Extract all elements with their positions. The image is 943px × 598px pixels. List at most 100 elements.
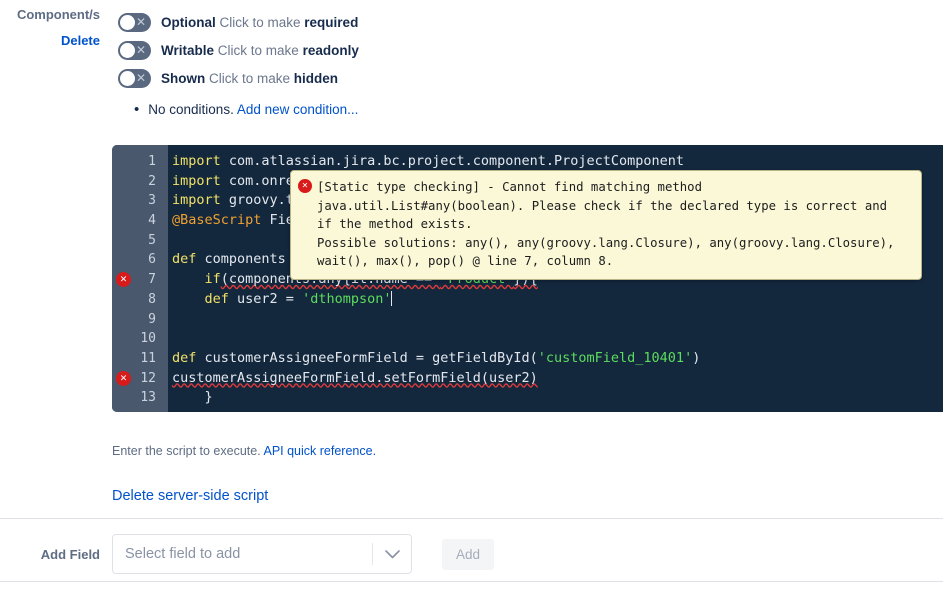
required-toggle-text: Optional Click to make required — [161, 15, 358, 30]
field-toggle-list: ✕ Optional Click to make required ✕ Writ… — [118, 6, 943, 92]
line-number: 1 — [148, 154, 156, 169]
required-toggle-target: required — [304, 14, 359, 30]
readonly-toggle-target: readonly — [302, 42, 359, 58]
code-text: def components — [172, 250, 294, 270]
code-token: @BaseScript — [172, 212, 262, 229]
api-quick-reference-link[interactable]: API quick reference. — [263, 444, 376, 458]
error-tooltip-line: [Static type checking] - Cannot find mat… — [317, 180, 702, 194]
code-line[interactable]: ✕ 12 customerAssigneeFormField.setFormFiel… — [112, 369, 943, 389]
code-text: } — [172, 388, 213, 408]
close-icon: ✕ — [135, 70, 146, 85]
line-number: 5 — [148, 232, 156, 248]
code-token: com.atlassian.jira.bc.project.component.… — [220, 153, 685, 169]
field-left-labels: Component/s Delete — [0, 6, 100, 50]
delete-field-link[interactable]: Delete — [0, 32, 100, 50]
code-token: import — [172, 192, 221, 209]
code-token: def — [172, 349, 197, 366]
required-toggle-row[interactable]: ✕ Optional Click to make required — [118, 8, 943, 36]
script-hint-text: Enter the script to execute. — [112, 444, 264, 458]
add-field-row: Add Field Select field to add Add — [0, 529, 943, 579]
script-editor-wrapper: 1 import com.atlassian.jira.bc.project.co… — [112, 145, 943, 412]
divider-bottom — [0, 581, 943, 582]
error-tooltip-line: if the method exists. — [317, 217, 473, 231]
code-token: } — [172, 389, 213, 406]
code-text: def user2 = 'dthompson' — [172, 290, 393, 310]
add-new-condition-link[interactable]: Add new condition... — [237, 102, 359, 117]
code-text: def customerAssigneeFormField = getField… — [172, 349, 700, 369]
static-type-checking-error-tooltip: ✕ [Static type checking] - Cannot find m… — [290, 170, 922, 280]
required-toggle-state: Optional — [161, 14, 216, 30]
code-line[interactable]: 11 def customerAssigneeFormField = getFie… — [112, 349, 943, 369]
close-icon: ✕ — [135, 14, 146, 29]
text-caret — [391, 290, 393, 306]
code-token: ) — [692, 349, 701, 366]
required-toggle-hint: Click to make — [219, 14, 305, 30]
code-text: import com.onres — [172, 172, 302, 192]
readonly-toggle-text: Writable Click to make readonly — [161, 43, 359, 58]
readonly-toggle-state: Writable — [161, 42, 215, 58]
line-number: 12 — [140, 370, 156, 386]
toggle-off-icon[interactable]: ✕ — [118, 12, 151, 32]
code-token: 'customField_10401' — [537, 349, 693, 366]
code-text: @BaseScript Fie — [172, 211, 294, 231]
field-name-label: Component/s — [16, 7, 100, 22]
code-token: 'dthompson' — [302, 290, 392, 307]
line-number: 2 — [148, 173, 156, 189]
toggle-knob — [120, 70, 135, 86]
code-token: if — [204, 271, 221, 288]
code-text: import com.atlassian.jira.bc.project.com… — [172, 152, 684, 172]
code-text: import groovy.tr — [172, 191, 302, 211]
error-tooltip-body: [Static type checking] - Cannot find mat… — [317, 178, 911, 271]
code-line[interactable]: 10 — [112, 329, 943, 349]
error-circle-icon: ✕ — [298, 179, 312, 193]
code-token: def — [204, 290, 229, 307]
error-tooltip-line: wait(), max(), pop() @ line 7, column 8. — [317, 254, 614, 268]
conditions-row: • No conditions. Add new condition... — [134, 102, 943, 117]
code-token: import — [172, 153, 221, 169]
line-number: 3 — [148, 193, 156, 209]
toggle-off-icon[interactable]: ✕ — [118, 68, 151, 88]
code-token: import — [172, 172, 221, 189]
line-number: 6 — [148, 252, 156, 268]
field-select[interactable]: Select field to add — [112, 534, 412, 574]
hidden-toggle-state: Shown — [161, 70, 206, 86]
code-line[interactable]: 9 — [112, 310, 943, 330]
readonly-toggle-hint: Click to make — [217, 42, 303, 58]
field-config-region: Component/s Delete ✕ Optional Click to m… — [0, 0, 943, 117]
code-token: customerAssigneeFormField.setFormField(u… — [172, 369, 538, 386]
chevron-down-icon[interactable] — [373, 549, 411, 559]
readonly-toggle-row[interactable]: ✕ Writable Click to make readonly — [118, 36, 943, 64]
line-number: 4 — [148, 213, 156, 229]
code-token: components — [196, 251, 294, 268]
line-number: 13 — [140, 390, 156, 406]
script-editor[interactable]: 1 import com.atlassian.jira.bc.project.co… — [112, 145, 943, 412]
add-button[interactable]: Add — [442, 538, 495, 570]
line-number: 7 — [148, 272, 156, 288]
hidden-toggle-hint: Click to make — [209, 70, 294, 86]
error-tooltip-line: java.util.List#any(boolean). Please chec… — [317, 198, 888, 213]
code-token: user2 = — [228, 290, 303, 307]
line-number: 9 — [148, 311, 156, 327]
add-field-label: Add Field — [40, 546, 100, 562]
hidden-toggle-target: hidden — [293, 70, 339, 86]
divider-top — [0, 518, 943, 519]
line-number: 11 — [140, 350, 156, 366]
hidden-toggle-row[interactable]: ✕ Shown Click to make hidden — [118, 64, 943, 92]
code-line[interactable]: 1 import com.atlassian.jira.bc.project.co… — [112, 152, 943, 172]
code-line[interactable]: 13 } — [112, 388, 943, 408]
field-select-placeholder: Select field to add — [125, 546, 241, 562]
bullet-icon: • — [134, 101, 140, 118]
no-conditions-label: No conditions. — [148, 102, 234, 117]
delete-server-side-script-link[interactable]: Delete server-side script — [112, 488, 268, 504]
toggle-off-icon[interactable]: ✕ — [118, 40, 151, 60]
code-token: def — [172, 251, 197, 268]
line-number: 10 — [140, 331, 156, 347]
hidden-toggle-text: Shown Click to make hidden — [161, 71, 338, 86]
script-hint: Enter the script to execute. API quick r… — [112, 444, 376, 458]
close-icon: ✕ — [135, 42, 146, 57]
error-tooltip-line: Possible solutions: any(), any(groovy.la… — [317, 235, 895, 250]
code-line[interactable]: 8 def user2 = 'dthompson' — [112, 290, 943, 310]
toggle-knob — [120, 14, 135, 30]
